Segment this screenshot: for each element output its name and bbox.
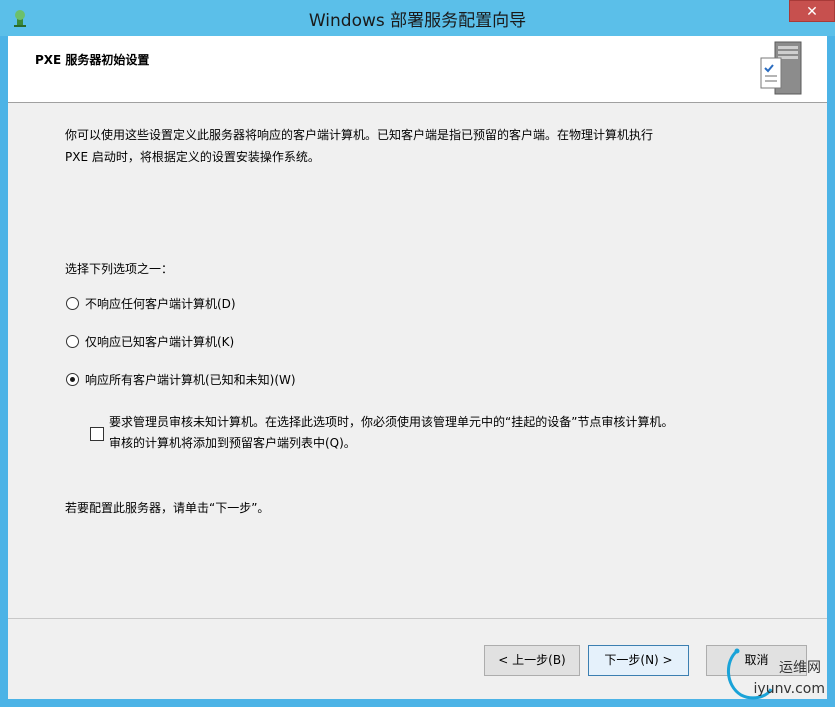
intro-line-1: 你可以使用这些设置定义此服务器将响应的客户端计算机。已知客户端是指已预留的客户端…: [65, 128, 654, 142]
back-button[interactable]: < 上一步(B): [484, 645, 580, 676]
button-separator: [8, 618, 827, 619]
intro-line-2: PXE 启动时，将根据定义的设置安装操作系统。: [65, 150, 320, 164]
watermark-text: 运维网: [779, 660, 821, 676]
page-title: PXE 服务器初始设置: [35, 53, 150, 67]
approval-line-2: 审核的计算机将添加到预留客户端列表中(Q)。: [109, 436, 356, 450]
title-bar: Windows 部署服务配置向导 ✕: [0, 0, 835, 36]
close-button[interactable]: ✕: [789, 0, 835, 22]
footer-instruction: 若要配置此服务器，请单击“下一步”。: [65, 501, 270, 515]
wizard-client-area: PXE 服务器初始设置 你可以使用这些设置定义此服务器将响应的客户端计算机。已知…: [8, 36, 827, 699]
approval-line-1: 要求管理员审核未知计算机。在选择此选项时，你必须使用该管理单元中的“挂起的设备”…: [109, 415, 674, 429]
radio-button[interactable]: [66, 335, 79, 348]
wizard-header: PXE 服务器初始设置: [8, 36, 827, 103]
approval-checkbox-label[interactable]: 要求管理员审核未知计算机。在选择此选项时，你必须使用该管理单元中的“挂起的设备”…: [109, 412, 673, 454]
server-checklist-icon: [760, 41, 802, 95]
radio-label: 不响应任何客户端计算机(D): [85, 297, 236, 311]
wizard-window: Windows 部署服务配置向导 ✕ PXE 服务器初始设置 你可以使用这些设置…: [0, 0, 835, 707]
radio-button[interactable]: [66, 297, 79, 310]
radio-label: 响应所有客户端计算机(已知和未知)(W): [85, 373, 296, 387]
next-button[interactable]: 下一步(N) >: [588, 645, 689, 676]
radio-button-selected[interactable]: [66, 373, 79, 386]
window-title: Windows 部署服务配置向导: [308, 11, 527, 31]
radio-label: 仅响应已知客户端计算机(K): [85, 335, 235, 349]
radio-known-only[interactable]: 仅响应已知客户端计算机(K): [66, 333, 234, 350]
radio-no-response[interactable]: 不响应任何客户端计算机(D): [66, 295, 236, 312]
approval-checkbox[interactable]: [90, 427, 104, 441]
radio-all-clients[interactable]: 响应所有客户端计算机(已知和未知)(W): [66, 371, 296, 388]
choose-label: 选择下列选项之一：: [65, 262, 174, 276]
watermark-url: iyunv.com: [753, 681, 825, 697]
